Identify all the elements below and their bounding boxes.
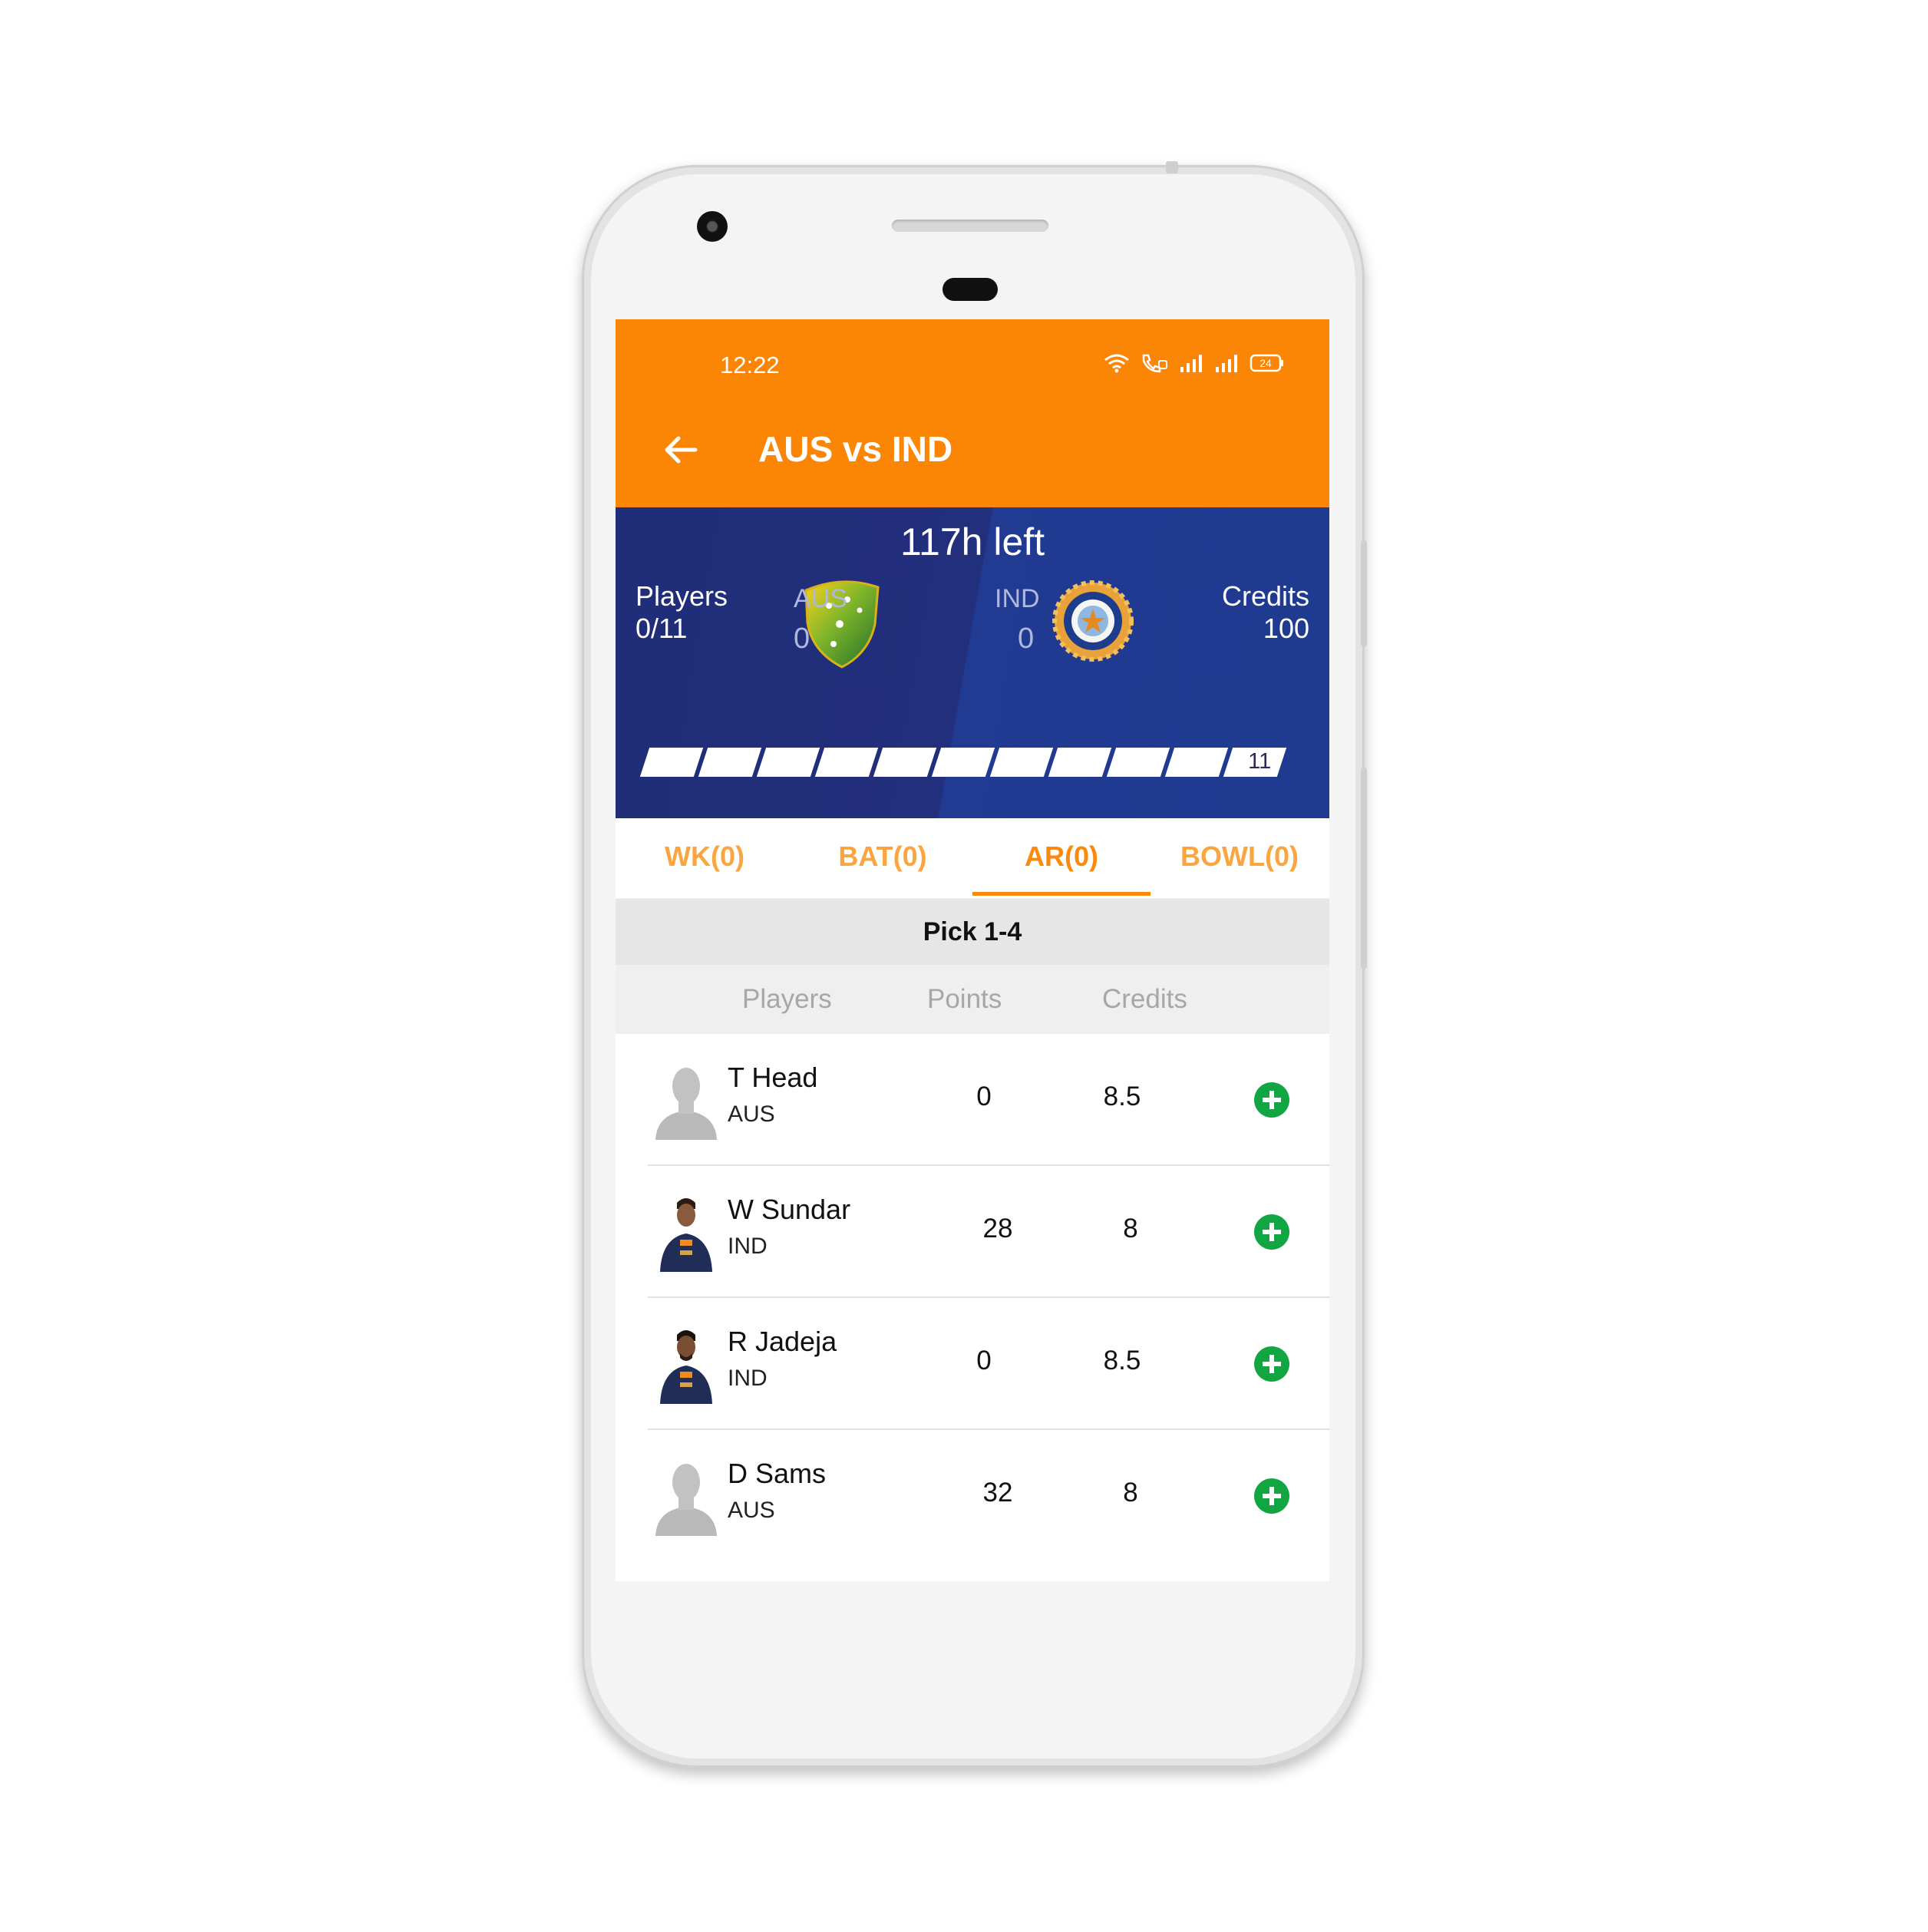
player-credits: 8 [1123,1478,1138,1508]
progress-segment [698,748,762,777]
status-icons: 24 [1104,353,1285,373]
role-tabs: WK(0) BAT(0) AR(0) BOWL(0) [616,818,1329,898]
active-tab-indicator [972,892,1151,896]
progress-segment [1164,748,1229,777]
progress-total-label: 11 [1248,749,1272,774]
player-photo-icon [660,1330,712,1404]
credits-remaining: Credits 100 [1222,580,1309,645]
player-team: AUS [728,1498,775,1523]
player-row[interactable]: W Sundar IND 28 8 [616,1166,1329,1298]
player-team: AUS [728,1101,775,1127]
add-player-icon[interactable] [1254,1082,1289,1118]
team2-code: IND [995,584,1040,613]
player-team: IND [728,1234,768,1259]
player-points: 32 [982,1478,1013,1508]
page-title: AUS vs IND [758,429,953,469]
player-name: D Sams [728,1458,827,1489]
match-summary: 117h left Players 0/11 Credits 100 AUS 0… [616,507,1329,818]
player-row[interactable]: T Head AUS 0 8.5 [616,1034,1329,1166]
team2-score: 0 [1018,623,1035,655]
progress-segment [639,748,704,777]
players-label: Players [636,580,728,612]
progress-segment [814,748,879,777]
player-name: W Sundar [728,1194,851,1225]
progress-segment [1048,748,1112,777]
player-credits: 8.5 [1103,1346,1141,1376]
time-left: 117h left [900,520,1045,563]
players-value: 0/11 [636,613,688,644]
player-name: T Head [728,1062,818,1093]
player-row[interactable]: D Sams AUS 32 8 [616,1430,1329,1562]
player-row[interactable]: R Jadeja IND 0 8.5 [616,1298,1329,1430]
team1-score: 0 [794,623,810,655]
team1-code: AUS [794,584,847,613]
back-arrow-icon[interactable] [662,431,700,469]
progress-segment [756,748,820,777]
credits-value: 100 [1263,613,1309,644]
battery-icon: 24 [1250,354,1283,372]
player-credits: 8 [1123,1214,1138,1243]
app-bar: 12:22 24 AUS vs IND [616,319,1329,507]
front-camera [697,211,728,242]
credits-label: Credits [1221,580,1309,612]
add-player-icon[interactable] [1254,1478,1289,1514]
proximity-sensor [943,278,998,301]
player-team: IND [728,1366,768,1391]
placeholder-avatar-icon [655,1068,717,1140]
player-list: T Head AUS 0 8.5 W Sundar IND 28 8 R Jad… [616,1034,1329,1581]
players-count: Players 0/11 [636,580,728,645]
add-player-icon[interactable] [1254,1214,1289,1250]
header-points[interactable]: Points [927,965,1002,1034]
player-points: 0 [976,1346,992,1376]
player-points: 0 [976,1082,992,1111]
column-headers: Players Points Credits [616,965,1329,1034]
earpiece-speaker [892,220,1048,232]
battery-level: 24 [1259,357,1272,369]
progress-segment [873,748,937,777]
wifi-calling-icon [1142,354,1167,373]
volume-button [1361,540,1367,646]
progress-segment: 11 [1223,748,1287,777]
tab-ar[interactable]: AR(0) [972,818,1151,898]
progress-segment [1106,748,1170,777]
side-button [1361,768,1367,969]
pick-hint: Pick 1-4 [616,899,1329,965]
tab-wk[interactable]: WK(0) [616,818,794,898]
header-players[interactable]: Players [742,965,832,1034]
status-time: 12:22 [720,352,780,378]
player-points: 28 [982,1214,1013,1243]
placeholder-avatar-icon [655,1464,717,1536]
progress-segment [931,748,995,777]
signal-icon-2 [1216,355,1237,372]
app-screen: 12:22 24 AUS vs IND 117h left Players 0/… [616,319,1329,1581]
power-button [1166,161,1178,173]
tab-bowl[interactable]: BOWL(0) [1151,818,1329,898]
team-progress-bar: 11 [639,748,1287,777]
player-credits: 8.5 [1103,1082,1141,1111]
header-credits[interactable]: Credits [1102,965,1187,1034]
signal-icon-1 [1180,355,1202,372]
player-photo-icon [660,1198,712,1272]
progress-segment [989,748,1054,777]
player-name: R Jadeja [728,1326,837,1357]
tab-bat[interactable]: BAT(0) [794,818,972,898]
ind-team-logo [1052,580,1134,662]
add-player-icon[interactable] [1254,1346,1289,1382]
wifi-icon [1104,354,1129,373]
